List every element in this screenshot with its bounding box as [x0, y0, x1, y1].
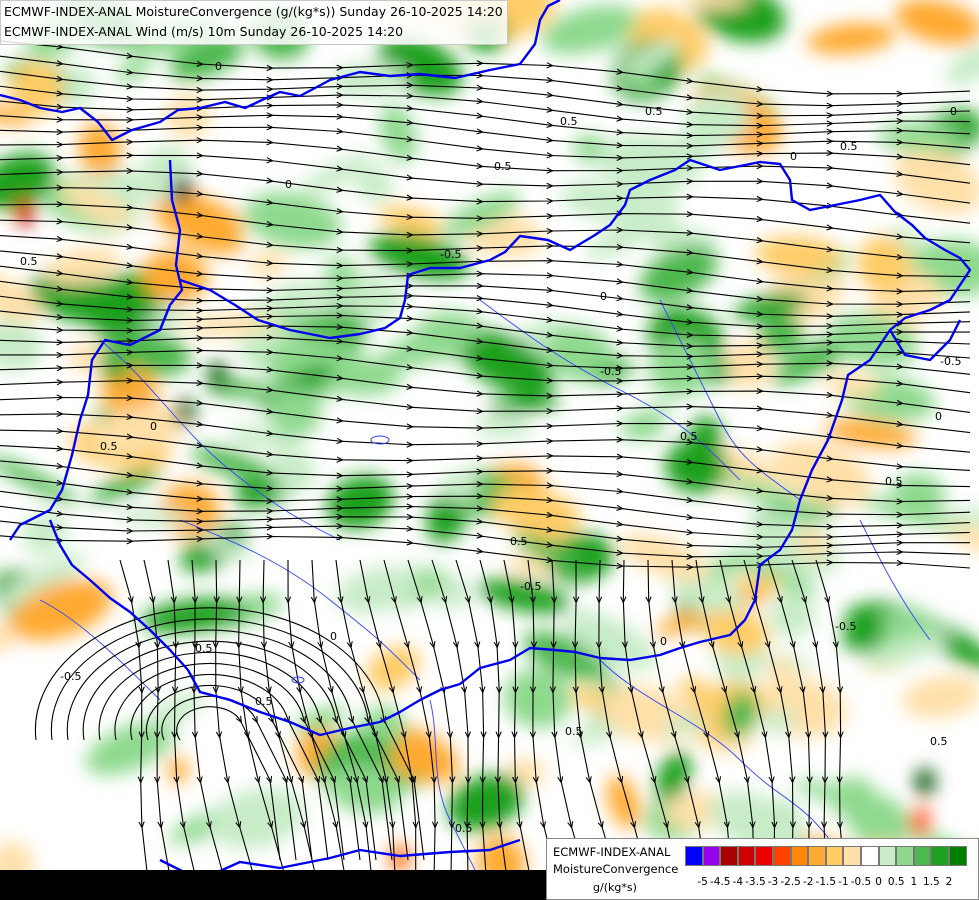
strong-cell — [168, 756, 188, 784]
contour-label: 0.5 — [255, 695, 273, 708]
contour-label: 0.5 — [930, 735, 948, 748]
contour-label: 0 — [150, 420, 157, 433]
contour-label: 0.5 — [510, 535, 528, 548]
contour-label: -0.5 — [490, 160, 511, 173]
legend-tick-label: -1 — [838, 876, 849, 888]
legend-tick-label: -2 — [802, 876, 814, 888]
legend-tick-label: -4 — [732, 876, 744, 888]
contour-label: 0.5 — [20, 255, 38, 268]
legend-tick-label: 0 — [875, 876, 882, 888]
contour-label: 0.5 — [885, 475, 903, 488]
moisture-convergence-map: 00.5-0.500.5-0.50.50-0.50.500.5-0.50.500… — [0, 0, 979, 900]
legend-title-line-1: ECMWF-INDEX-ANAL — [553, 845, 671, 859]
legend-tick-label: -0.5 — [850, 876, 872, 888]
legend-swatch — [931, 846, 949, 866]
title-line-2: ECMWF-INDEX-ANAL Wind (m/s) 10m Sunday 2… — [4, 24, 404, 39]
legend-tick-label: -4.5 — [709, 876, 731, 888]
strong-cell — [910, 808, 930, 836]
legend-title-line-2: MoistureConvergence — [553, 862, 679, 876]
contour-label: 0 — [285, 178, 292, 191]
legend-unit: g/(kg*s) — [593, 881, 637, 894]
bottom-black-bar — [0, 870, 546, 900]
contour-label: 0 — [600, 290, 607, 303]
strong-cell — [172, 176, 192, 204]
legend-swatch — [720, 846, 738, 866]
contour-label: 0 — [790, 150, 797, 163]
contour-label: 0.5 — [840, 140, 858, 153]
contour-label: 0.5 — [645, 105, 663, 118]
legend-swatch — [825, 846, 844, 866]
color-legend: ECMWF-INDEX-ANAL MoistureConvergence g/(… — [546, 838, 979, 900]
legend-tick-label: -3 — [767, 876, 779, 888]
contour-label: -0.5 — [440, 248, 461, 261]
legend-swatches — [685, 846, 967, 866]
strong-cell — [915, 768, 935, 796]
title-line-1: ECMWF-INDEX-ANAL MoistureConvergence (g/… — [4, 4, 503, 19]
strong-cell — [15, 198, 35, 226]
legend-swatch — [948, 846, 967, 866]
legend-swatch — [808, 846, 826, 866]
contour-label: 0.5 — [455, 822, 473, 835]
legend-tick-label: 1.5 — [923, 876, 940, 888]
legend-tick-label: 2 — [945, 876, 953, 888]
legend-swatch — [685, 846, 703, 866]
legend-tick-label: -5 — [697, 876, 708, 888]
legend-swatch — [702, 846, 721, 866]
contour-label: 0 — [935, 410, 942, 423]
contour-label: -0.5 — [520, 580, 541, 593]
contour-label: 0.5 — [195, 642, 213, 655]
contour-label: 0.5 — [680, 430, 698, 443]
legend-swatch — [737, 846, 756, 866]
legend-tick-label: -2.5 — [780, 876, 801, 888]
legend-tick-labels: -5 -4.5 -4 -3.5 -3 -2.5 -2 -1.5 -1 -0.5 0 0.5 1 1.5 2 — [685, 876, 970, 890]
contour-label: 0.5 — [565, 725, 583, 738]
contour-label: 0 — [660, 635, 667, 648]
legend-swatch — [913, 846, 932, 866]
legend-tick-label: 1 — [910, 876, 918, 888]
contour-label: 0.5 — [560, 115, 578, 128]
contour-label: -0.5 — [600, 365, 621, 378]
contour-label: 0 — [330, 630, 337, 643]
contour-label: 0.5 — [100, 440, 118, 453]
legend-swatch — [843, 846, 861, 866]
legend-swatch — [860, 846, 879, 866]
contour-label: -0.5 — [940, 355, 961, 368]
title-box: ECMWF-INDEX-ANAL MoistureConvergence (g/… — [0, 0, 508, 45]
contour-label: 0 — [950, 105, 957, 118]
legend-tick-label: -1.5 — [815, 876, 837, 888]
contour-label: 0 — [215, 60, 222, 73]
contour-label: -0.5 — [60, 670, 81, 683]
legend-swatch — [896, 846, 914, 866]
legend-swatch — [878, 846, 897, 866]
legend-tick-label: 0.5 — [887, 876, 905, 888]
legend-swatch — [790, 846, 809, 866]
legend-swatch — [755, 846, 773, 866]
legend-tick-label: -3.5 — [745, 876, 766, 888]
contour-label: -0.5 — [835, 620, 856, 633]
legend-swatch — [772, 846, 791, 866]
